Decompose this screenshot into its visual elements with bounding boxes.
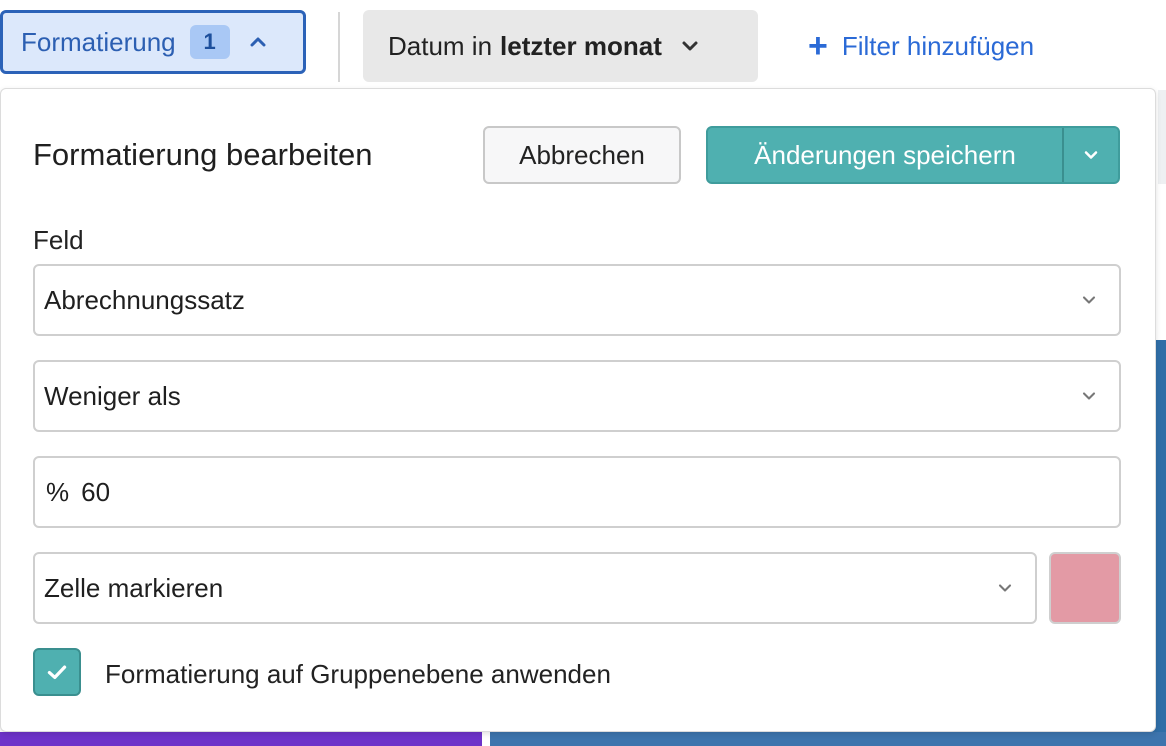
add-filter-button[interactable]: + Filter hinzufügen xyxy=(808,24,1034,68)
background-blue-bar xyxy=(490,732,1166,746)
cancel-button[interactable]: Abbrechen xyxy=(483,126,681,184)
chevron-down-icon xyxy=(998,584,1012,592)
chevron-down-icon xyxy=(1082,296,1096,304)
panel-title: Formatierung bearbeiten xyxy=(33,137,373,172)
save-split-button: Änderungen speichern xyxy=(706,126,1120,184)
action-select[interactable]: Zelle markieren xyxy=(33,552,1037,624)
field-select[interactable]: Abrechnungssatz xyxy=(33,264,1121,336)
chevron-down-icon xyxy=(682,41,698,51)
apply-group-checkbox[interactable] xyxy=(33,648,81,696)
chevron-down-icon xyxy=(1084,151,1098,159)
background-panel-edge xyxy=(1158,90,1166,184)
date-filter-chip[interactable]: Datum in letzter monat xyxy=(363,10,758,82)
save-options-button[interactable] xyxy=(1064,128,1118,182)
operator-select[interactable]: Weniger als xyxy=(33,360,1121,432)
value-input-text: 60 xyxy=(81,476,111,507)
checkmark-icon xyxy=(47,665,67,680)
add-filter-label: Filter hinzufügen xyxy=(841,30,1035,61)
formatting-chip-label: Formatierung xyxy=(21,26,176,57)
filter-separator xyxy=(338,12,340,82)
formatting-count-badge: 1 xyxy=(189,25,230,59)
formatting-filter-chip[interactable]: Formatierung 1 xyxy=(0,10,306,74)
chevron-up-icon xyxy=(250,37,266,47)
field-select-value: Abrechnungssatz xyxy=(44,284,245,315)
action-select-value: Zelle markieren xyxy=(44,572,224,603)
date-chip-prefix: Datum in xyxy=(388,30,493,61)
operator-select-value: Weniger als xyxy=(44,380,181,411)
date-chip-value: letzter monat xyxy=(500,30,662,61)
background-purple-bar xyxy=(0,732,482,746)
save-changes-button[interactable]: Änderungen speichern xyxy=(708,128,1062,182)
apply-group-label: Formatierung auf Gruppenebene anwenden xyxy=(105,659,611,689)
field-label: Feld xyxy=(33,225,84,255)
edit-formatting-panel: Formatierung bearbeiten Abbrechen Änderu… xyxy=(0,88,1156,732)
chevron-down-icon xyxy=(1082,392,1096,400)
highlight-color-swatch[interactable] xyxy=(1049,552,1121,624)
value-input[interactable]: % 60 xyxy=(33,456,1121,528)
percent-prefix: % xyxy=(46,476,70,507)
plus-icon: + xyxy=(808,27,828,65)
